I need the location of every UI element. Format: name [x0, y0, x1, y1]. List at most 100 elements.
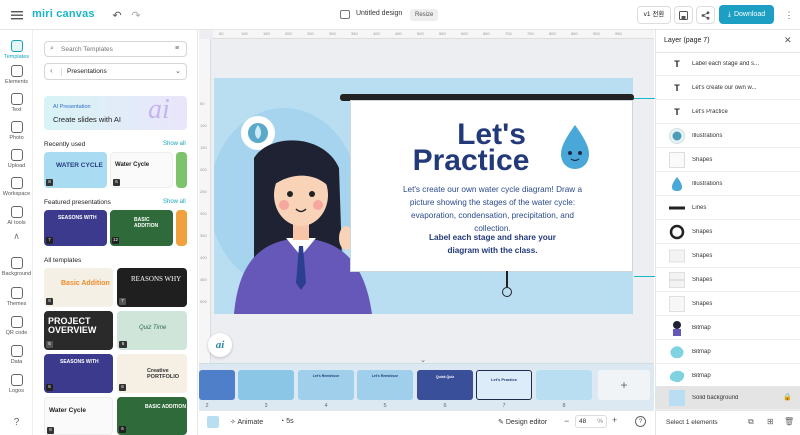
undo-icon[interactable]: ↶: [108, 6, 126, 24]
rail-background[interactable]: Background: [0, 257, 33, 277]
lock-icon[interactable]: 🔒: [783, 393, 792, 401]
page-thumb[interactable]: [536, 370, 592, 400]
arrange-icon[interactable]: ⊞: [767, 417, 774, 426]
template-thumb[interactable]: SEASONS WITH 6: [44, 354, 113, 393]
thumb-title: Basic Addition: [61, 280, 110, 287]
app-logo[interactable]: miri canvas: [32, 8, 95, 20]
layer-row[interactable]: Shapes: [655, 148, 800, 172]
recently-used-show-all[interactable]: Show all: [163, 141, 186, 147]
layer-row[interactable]: Lines: [655, 196, 800, 220]
template-thumb[interactable]: Creative PORTFOLIO 6: [117, 354, 187, 393]
template-thumb[interactable]: WATER CYCLE 8: [44, 152, 107, 188]
design-editor-button[interactable]: ✎ Design editor: [498, 418, 547, 426]
save-icon[interactable]: [674, 6, 693, 24]
template-thumb[interactable]: [176, 210, 187, 246]
template-thumb[interactable]: Water Cycle 8: [44, 397, 113, 435]
layer-row-selected[interactable]: Solid background 🔒: [655, 386, 800, 410]
page-thumb[interactable]: Quick Quiz: [417, 370, 473, 400]
layer-row[interactable]: T Let's Practice: [655, 100, 800, 124]
group-icon[interactable]: ⧉: [748, 417, 754, 427]
template-thumb[interactable]: Quiz Time 6: [117, 311, 187, 350]
animate-button[interactable]: ✧ Animate: [230, 418, 263, 426]
page-thumb[interactable]: Let's Reminisce: [357, 370, 413, 400]
ruler-tick: 500: [417, 31, 424, 36]
rail-templates[interactable]: Templates: [0, 40, 33, 60]
trash-icon[interactable]: 🗑: [784, 417, 794, 426]
document-title[interactable]: Untitled design: [356, 10, 402, 17]
redo-icon[interactable]: ↷: [127, 6, 145, 24]
page-count-badge: 8: [47, 427, 54, 434]
page-thumb-title: Let's Reminisce: [312, 374, 340, 378]
rail-themes[interactable]: Themes: [0, 287, 33, 307]
ruler-tick: 450: [395, 31, 402, 36]
layer-row[interactable]: T Label each stage and s...: [655, 52, 800, 76]
ai-assistant-button[interactable]: ai: [208, 333, 232, 357]
layer-row[interactable]: Shapes: [655, 220, 800, 244]
template-thumb[interactable]: BASIC ADDITION 6: [117, 397, 187, 435]
resize-button[interactable]: Resize: [410, 9, 439, 21]
screen-cord: [506, 271, 508, 287]
rail-logos[interactable]: Logos: [0, 374, 33, 394]
template-thumb[interactable]: [176, 152, 187, 188]
illustration-layer-icon: [669, 127, 685, 144]
ruler-tick: 150: [263, 31, 270, 36]
layer-row[interactable]: Bitmap: [655, 364, 800, 388]
slide-heading-line2[interactable]: Practice: [351, 146, 591, 176]
rail-ai-tools[interactable]: AI tools: [0, 206, 33, 226]
zoom-in-button[interactable]: +: [612, 415, 617, 425]
layer-row[interactable]: Bitmap: [655, 340, 800, 364]
thumb-title: Water Cycle: [115, 162, 150, 168]
download-button[interactable]: ⤓ Download: [719, 5, 774, 24]
page-thumb[interactable]: [238, 370, 294, 400]
layer-row[interactable]: Bitmap: [655, 316, 800, 340]
layer-row[interactable]: Illustrations: [655, 124, 800, 148]
rail-elements[interactable]: Elements: [0, 65, 33, 85]
duration-button[interactable]: ◔ 5s: [280, 418, 294, 425]
share-icon[interactable]: [696, 6, 715, 24]
slide-cta-text[interactable]: Label each stage and share your diagram …: [425, 231, 560, 257]
page-number: 8: [562, 403, 566, 409]
template-thumb[interactable]: Water Cycle 6: [110, 152, 173, 188]
back-chevron-icon[interactable]: ‹: [50, 66, 53, 75]
zoom-out-button[interactable]: −: [564, 416, 569, 426]
add-page-button[interactable]: +: [598, 370, 650, 400]
template-thumb[interactable]: PROJECT OVERVIEW 5: [44, 311, 113, 350]
more-options-icon[interactable]: ⋮: [783, 6, 795, 24]
rail-label: QR code: [5, 330, 28, 336]
layer-row[interactable]: Shapes: [655, 244, 800, 268]
layer-row[interactable]: Shapes: [655, 268, 800, 292]
category-select[interactable]: ‹ Presentations ⌄: [44, 63, 187, 80]
rail-workspace[interactable]: Workspace: [0, 177, 33, 197]
close-icon[interactable]: ✕: [784, 35, 792, 46]
layer-row[interactable]: Shapes: [655, 292, 800, 316]
template-thumb[interactable]: REASONS WHY 7: [117, 268, 187, 307]
featured-show-all[interactable]: Show all: [163, 199, 186, 205]
filter-icon[interactable]: ≡: [175, 45, 179, 52]
slide-body-text[interactable]: Let's create our own water cycle diagram…: [393, 183, 592, 235]
projector-screen[interactable]: Let's Practice Let's create our own wate…: [350, 100, 633, 272]
ai-presentation-banner[interactable]: AI Presentation Create slides with AI ai: [44, 94, 187, 130]
rail-text[interactable]: Text: [0, 93, 33, 113]
rail-upload[interactable]: Upload: [0, 149, 33, 169]
page-thumb[interactable]: [199, 370, 235, 400]
menu-icon[interactable]: [8, 6, 26, 24]
template-thumb[interactable]: SEASONS WITH 7: [44, 210, 107, 246]
help-icon[interactable]: ?: [0, 417, 33, 428]
ruler-tick: 50: [219, 31, 224, 36]
template-thumb[interactable]: BASIC ADDITION 12: [110, 210, 173, 246]
layer-row[interactable]: T Let's create our own w...: [655, 76, 800, 100]
page-thumb-active[interactable]: Let's Practice: [476, 370, 532, 400]
page-thumb[interactable]: Let's Reminisce: [298, 370, 354, 400]
rail-qr-code[interactable]: QR code: [0, 316, 33, 336]
template-search[interactable]: ⌕ ≡: [44, 41, 187, 57]
template-thumb[interactable]: Basic Addition 8: [44, 268, 113, 307]
help-icon[interactable]: ?: [635, 416, 646, 427]
search-input[interactable]: [61, 44, 165, 54]
zoom-field[interactable]: 48%: [575, 415, 607, 428]
rail-photo[interactable]: Photo: [0, 121, 33, 141]
layer-row[interactable]: Illustrations: [655, 172, 800, 196]
collapse-up-icon[interactable]: ∧: [0, 231, 33, 242]
background-color-swatch[interactable]: [207, 416, 219, 428]
version-button[interactable]: v1 전환: [637, 6, 671, 24]
rail-data[interactable]: Data: [0, 345, 33, 365]
